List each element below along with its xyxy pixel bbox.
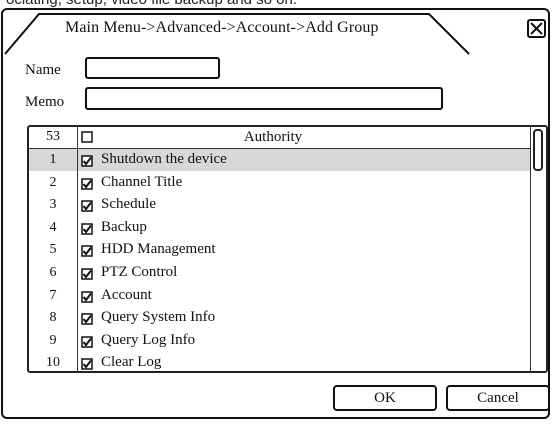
authority-count: 53: [46, 129, 60, 144]
top-cut-text: ociating, setup, video file backup and s…: [6, 0, 297, 8]
authority-checkbox[interactable]: [81, 335, 93, 348]
checkbox-checked-icon: [81, 245, 93, 258]
authority-label: Query Log Info: [101, 331, 196, 348]
row-number: 5: [49, 242, 57, 258]
authority-label: Query System Info: [101, 309, 216, 326]
row-number: 1: [49, 152, 57, 167]
authority-label: Account: [101, 286, 152, 303]
authority-label: Shutdown the device: [101, 151, 227, 167]
ok-button[interactable]: OK: [333, 385, 437, 411]
row-number: 10: [46, 355, 60, 371]
close-x-icon: [527, 19, 546, 38]
authority-row[interactable]: 3 Schedule: [29, 194, 531, 216]
checkbox-checked-icon: [81, 200, 93, 212]
cancel-button[interactable]: Cancel: [446, 385, 550, 411]
authority-checkbox[interactable]: [81, 199, 93, 212]
authority-row[interactable]: 1 Shutdown the device: [29, 149, 531, 171]
authority-label: PTZ Control: [101, 264, 178, 280]
authority-row[interactable]: 8 Query System Info: [29, 307, 531, 329]
checkbox-checked-icon: [81, 177, 93, 190]
memo-label: Memo: [25, 94, 65, 110]
checkbox-checked-icon: [81, 155, 93, 167]
row-number: 9: [49, 332, 57, 348]
close-button[interactable]: [527, 19, 546, 38]
authority-checkbox[interactable]: [81, 290, 93, 303]
authority-label: HDD Management: [101, 241, 216, 258]
authority-checkbox[interactable]: [81, 154, 93, 167]
authority-checkbox[interactable]: [81, 222, 93, 235]
checkbox-checked-icon: [81, 268, 93, 280]
list-header: 53 Authority: [29, 127, 546, 149]
scrollbar-thumb[interactable]: [533, 129, 543, 171]
checkbox-checked-icon: [81, 336, 93, 348]
authority-row[interactable]: 7 Account: [29, 285, 531, 307]
checkbox-checked-icon: [81, 223, 93, 235]
select-all-checkbox[interactable]: [81, 130, 93, 143]
add-group-dialog: Main Menu->Advanced->Account->Add Group …: [1, 8, 550, 419]
checkbox-checked-icon: [81, 358, 93, 371]
list-scrollbar[interactable]: [530, 127, 546, 371]
authority-label: Schedule: [101, 196, 156, 213]
checkbox-checked-icon: [81, 313, 93, 325]
authority-list: 53 Authority 1 Shutdown the device 2 Channe…: [27, 125, 548, 373]
authority-label: Clear Log: [101, 354, 162, 371]
dialog-title: Main Menu->Advanced->Account->Add Group: [65, 19, 379, 36]
row-number: 7: [49, 287, 57, 303]
memo-field[interactable]: [85, 87, 443, 110]
authority-row[interactable]: 2 Channel Title: [29, 172, 531, 194]
name-field[interactable]: [85, 57, 220, 79]
authority-label: Channel Title: [101, 173, 183, 190]
authority-column-header: Authority: [243, 129, 303, 145]
authority-checkbox[interactable]: [81, 244, 93, 258]
authority-row[interactable]: 6 PTZ Control: [29, 262, 531, 284]
row-number: 2: [49, 174, 57, 190]
authority-row[interactable]: 10 Clear Log: [29, 352, 531, 371]
row-number: 6: [49, 265, 57, 280]
authority-checkbox[interactable]: [81, 177, 93, 190]
row-number: 4: [49, 219, 57, 235]
checkbox-empty-icon: [81, 131, 93, 143]
authority-label: Backup: [101, 218, 147, 235]
authority-checkbox[interactable]: [81, 267, 93, 280]
authority-row[interactable]: 5 HDD Management: [29, 239, 531, 261]
authority-checkbox[interactable]: [81, 312, 93, 325]
column-divider: [77, 127, 78, 371]
authority-row[interactable]: 9 Query Log Info: [29, 330, 531, 352]
authority-row[interactable]: 4 Backup: [29, 217, 531, 239]
checkbox-checked-icon: [81, 290, 93, 303]
authority-checkbox[interactable]: [81, 357, 93, 371]
row-number: 8: [49, 310, 57, 326]
row-number: 3: [49, 197, 57, 213]
name-label: Name: [25, 62, 61, 78]
